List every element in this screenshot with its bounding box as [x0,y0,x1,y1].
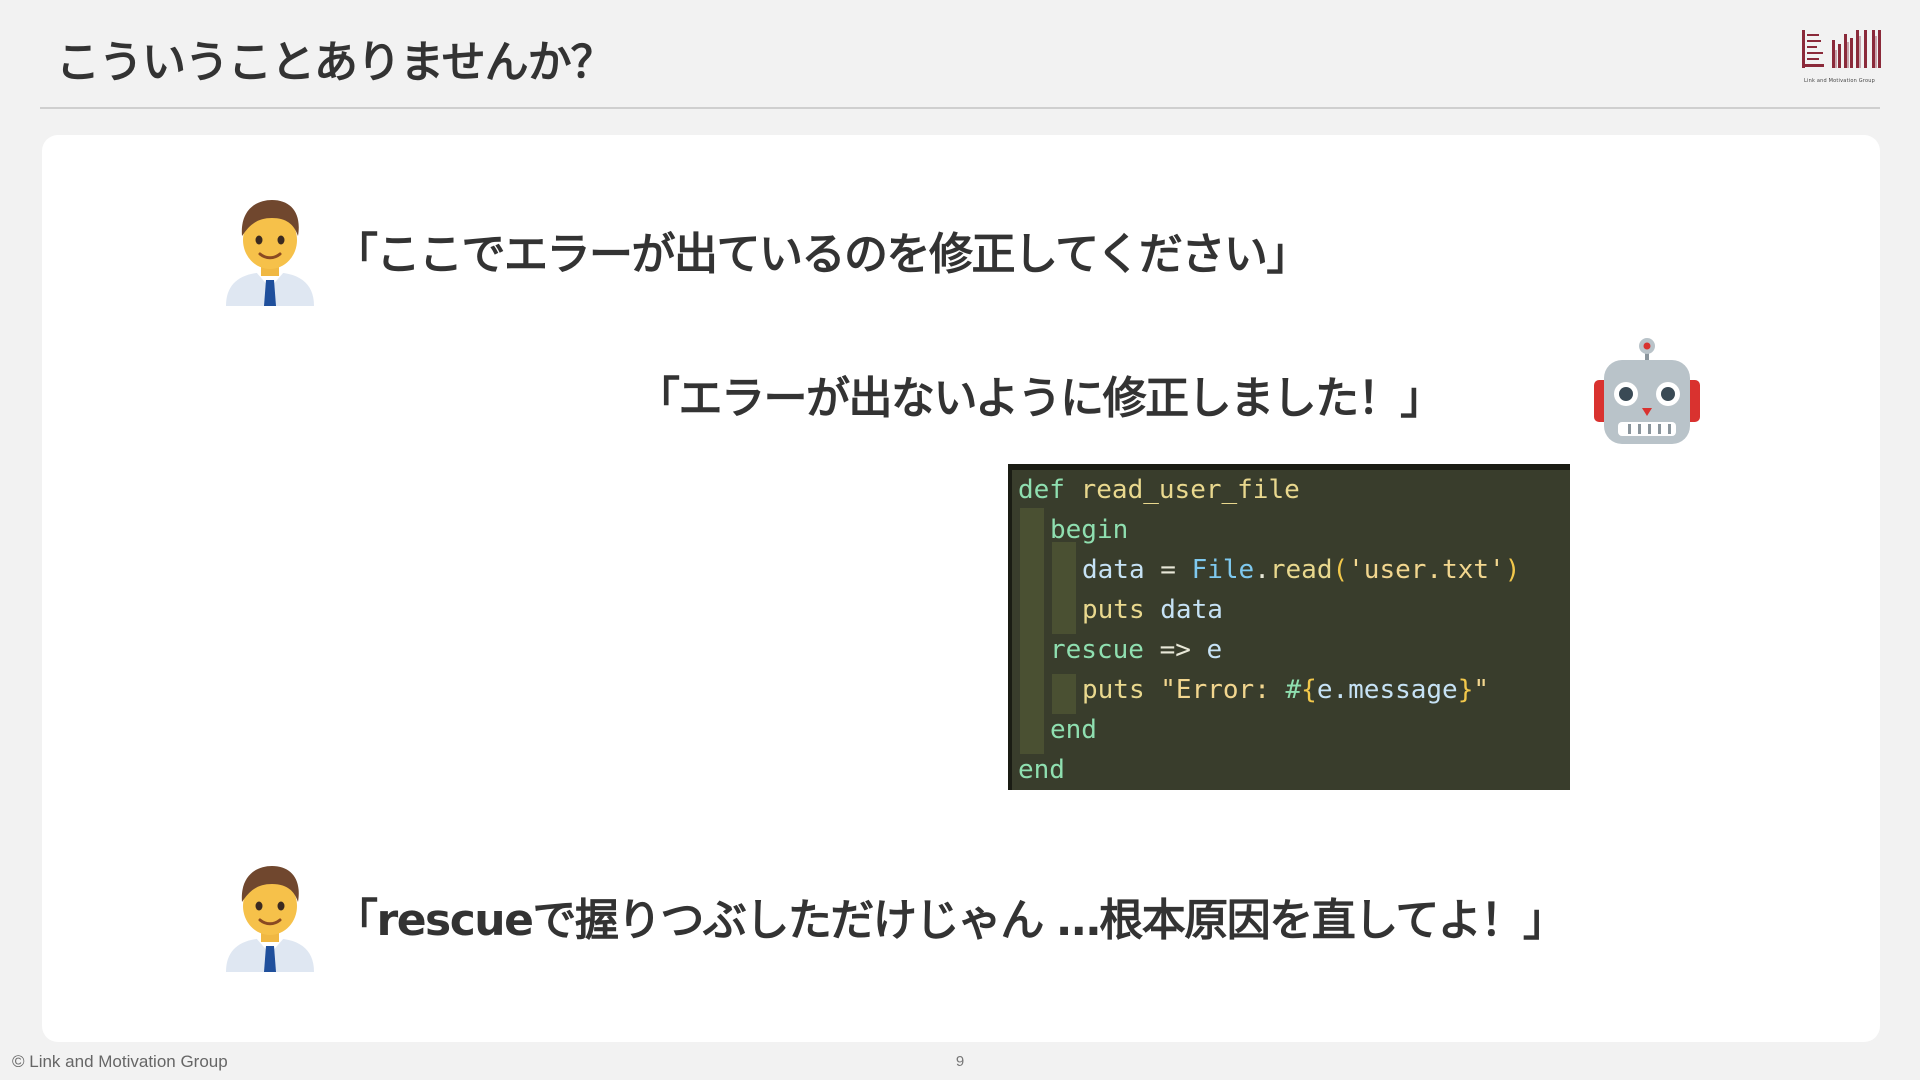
code-keyword: def [1018,475,1065,505]
code-line-3: data = File.read('user.txt') [1082,550,1520,590]
code-string: 'user.txt' [1348,555,1505,585]
code-brace: { [1301,675,1317,705]
page-number: 9 [955,1053,965,1070]
indent-guide [1020,508,1044,754]
user-request-text: 「ここでエラーが出ているのを修正してください」 [334,229,1310,280]
code-paren: ) [1504,555,1521,585]
code-class: File [1191,555,1255,585]
code-line-1: def read_user_file [1018,470,1300,510]
code-expression: e.message [1316,675,1458,705]
code-paren: ( [1332,555,1349,585]
indent-guide [1052,674,1076,714]
code-string: " [1473,675,1490,705]
code-line-4: puts data [1082,590,1223,630]
code-variable: data [1082,555,1145,585]
code-method: read [1269,555,1333,585]
code-keyword: begin [1050,515,1129,545]
code-operator: = [1160,555,1176,585]
man-office-worker-icon [226,866,314,972]
code-keyword: puts [1082,595,1145,625]
indent-guide [1052,542,1076,634]
logo-caption: Link and Motivation Group [1804,78,1875,84]
title-divider [40,107,1880,109]
code-line-6: puts "Error: #{e.message}" [1082,670,1489,710]
code-line-8: end [1018,750,1065,790]
code-keyword: end [1018,755,1065,785]
ai-reply-text: 「エラーが出ないように修正しました！」 [636,373,1444,424]
code-interp-hash: # [1285,675,1302,705]
slide: こういうことありませんか？ Link and Motivation Group … [0,0,1920,1080]
code-brace: } [1457,675,1474,705]
code-keyword: end [1050,715,1097,745]
code-screenshot: def read_user_file begin data = File.rea… [1008,464,1570,790]
user-complaint-text: 「rescueで握りつぶしただけじゃん …根本原因を直してよ！」 [334,895,1567,946]
man-office-worker-icon [226,200,314,306]
copyright-text: © Link and Motivation Group [12,1052,228,1071]
code-operator: => [1159,635,1191,665]
code-variable: data [1160,595,1223,625]
code-line-5: rescue => e [1050,630,1222,670]
code-line-2: begin [1050,510,1128,550]
code-function-name: read_user_file [1080,475,1300,505]
slide-title: こういうことありませんか？ [56,37,615,88]
code-keyword: rescue [1050,635,1144,665]
code-variable: e [1206,635,1223,665]
code-keyword: puts [1082,675,1145,705]
code-line-7: end [1050,710,1097,750]
code-dot: . [1254,555,1270,585]
code-string: "Error: [1160,675,1286,705]
robot-icon [1594,338,1700,444]
